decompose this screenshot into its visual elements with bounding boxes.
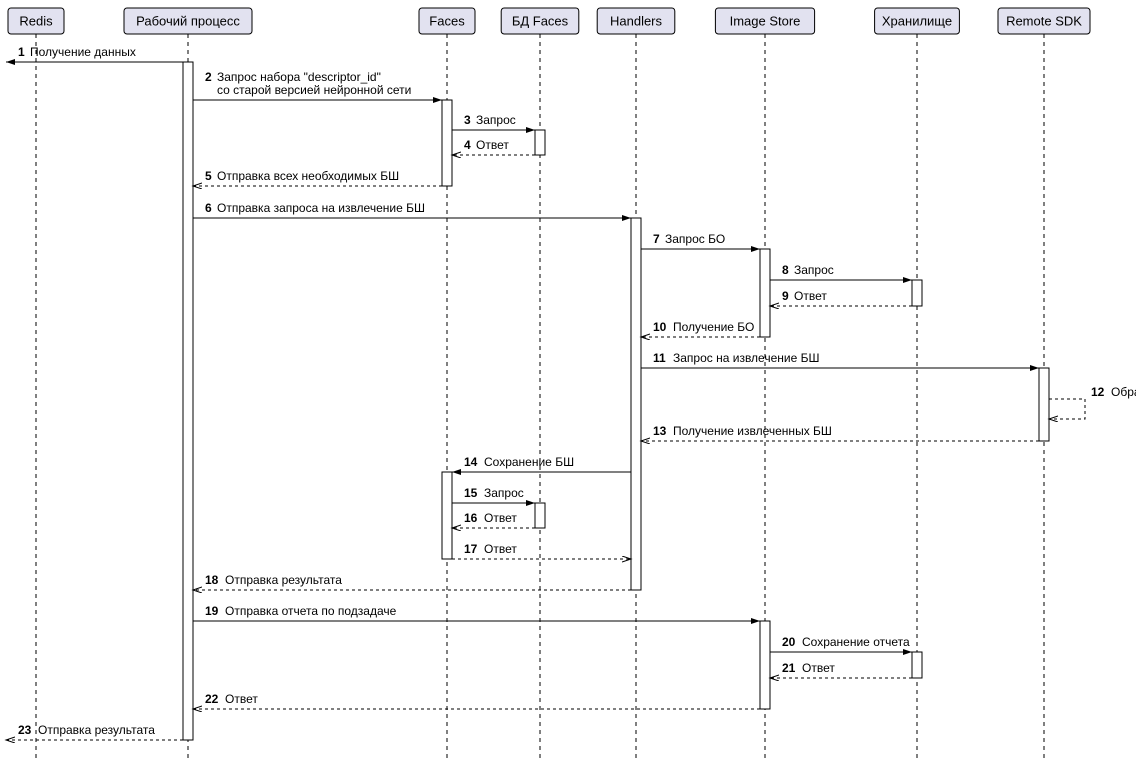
participant-label: Image Store [730, 13, 801, 28]
activation-facesdb [535, 130, 545, 155]
svg-text:Отправка результата: Отправка результата [225, 573, 342, 587]
participant-label: Хранилище [882, 13, 952, 28]
message-13: 13 Получение извлеченных БШ [641, 424, 1039, 441]
message-9: 9 Ответ [770, 289, 912, 306]
message-8: 8 Запрос [770, 263, 912, 280]
svg-text:8: 8 [782, 263, 789, 277]
svg-text:1: 1 [18, 45, 25, 59]
svg-text:Получение извлеченных БШ: Получение извлеченных БШ [673, 424, 832, 438]
participant-remotesdk: Remote SDK [998, 8, 1090, 34]
svg-text:Ответ: Ответ [794, 289, 827, 303]
message-17: 17 Ответ [452, 542, 631, 559]
svg-text:Ответ: Ответ [802, 661, 835, 675]
message-10: 10 Получение БО [641, 320, 760, 337]
participant-label: Faces [429, 13, 465, 28]
svg-text:Отправка результата: Отправка результата [38, 723, 155, 737]
svg-text:Сохранение отчета: Сохранение отчета [802, 635, 910, 649]
svg-text:12: 12 [1091, 385, 1105, 399]
message-2: 2 Запрос набора "descriptor_id"со старой … [193, 70, 442, 100]
activation-storage [912, 652, 922, 678]
message-3: 3 Запрос [452, 113, 535, 130]
svg-text:10: 10 [653, 320, 667, 334]
svg-text:Запрос БО: Запрос БО [665, 232, 725, 246]
message-4: 4 Ответ [452, 138, 535, 155]
message-1: 1 Получение данных [6, 45, 183, 62]
svg-text:Отправка всех необходимых БШ: Отправка всех необходимых БШ [217, 169, 399, 183]
participant-label: Redis [19, 13, 53, 28]
svg-text:7: 7 [653, 232, 660, 246]
svg-text:Ответ: Ответ [225, 692, 258, 706]
participant-label: Remote SDK [1006, 13, 1082, 28]
svg-text:Запрос: Запрос [484, 486, 524, 500]
message-21: 21 Ответ [770, 661, 912, 678]
message-11: 11 Запрос на извлечение БШ [641, 351, 1039, 368]
svg-text:19: 19 [205, 604, 219, 618]
svg-text:Ответ: Ответ [484, 511, 517, 525]
message-20: 20 Сохранение отчета [770, 635, 912, 652]
message-15: 15 Запрос [452, 486, 535, 503]
svg-text:20: 20 [782, 635, 796, 649]
message-23: 23 Отправка результата [6, 723, 183, 740]
svg-text:Запрос набора "descriptor_id": Запрос набора "descriptor_id" [217, 70, 381, 84]
participant-label: Рабочий процесс [136, 13, 240, 28]
message-5: 5 Отправка всех необходимых БШ [193, 169, 442, 186]
svg-text:Запрос: Запрос [476, 113, 516, 127]
svg-text:Сохранение БШ: Сохранение БШ [484, 455, 574, 469]
activation-faces [442, 472, 452, 559]
participant-faces: Faces [419, 8, 475, 34]
svg-text:Обработка: Обработка [1111, 385, 1136, 399]
message-12: 12 Обработка [1049, 385, 1136, 419]
participant-handlers: Handlers [597, 8, 675, 34]
participant-storage: Хранилище [875, 8, 960, 34]
svg-text:22: 22 [205, 692, 219, 706]
svg-text:Получение данных: Получение данных [30, 45, 136, 59]
svg-text:23: 23 [18, 723, 32, 737]
activation-worker [183, 62, 193, 740]
message-19: 19 Отправка отчета по подзадаче [193, 604, 760, 621]
svg-text:6: 6 [205, 201, 212, 215]
participant-facesdb: БД Faces [501, 8, 579, 34]
activation-storage [912, 280, 922, 306]
activation-faces [442, 100, 452, 186]
message-22: 22 Ответ [193, 692, 760, 709]
message-14: 14 Сохранение БШ [452, 455, 631, 472]
svg-text:2: 2 [205, 70, 212, 84]
svg-text:14: 14 [464, 455, 478, 469]
activation-facesdb [535, 503, 545, 528]
svg-text:9: 9 [782, 289, 789, 303]
participant-label: БД Faces [512, 13, 569, 28]
svg-text:16: 16 [464, 511, 478, 525]
svg-text:18: 18 [205, 573, 219, 587]
svg-text:17: 17 [464, 542, 478, 556]
participant-redis: Redis [8, 8, 64, 34]
message-6: 6 Отправка запроса на извлечение БШ [193, 201, 631, 218]
svg-text:3: 3 [464, 113, 471, 127]
activation-imagestore [760, 249, 770, 337]
message-16: 16 Ответ [452, 511, 535, 528]
svg-text:со старой версией нейронной се: со старой версией нейронной сети [217, 83, 411, 97]
participant-label: Handlers [610, 13, 663, 28]
svg-text:21: 21 [782, 661, 796, 675]
message-18: 18 Отправка результата [193, 573, 631, 590]
svg-text:13: 13 [653, 424, 667, 438]
activation-remotesdk [1039, 368, 1049, 441]
svg-text:Получение БО: Получение БО [673, 320, 754, 334]
svg-text:Запрос на извлечение БШ: Запрос на извлечение БШ [673, 351, 819, 365]
svg-text:Отправка запроса на извлечение: Отправка запроса на извлечение БШ [217, 201, 425, 215]
svg-text:11: 11 [653, 351, 666, 365]
participant-imagestore: Image Store [715, 8, 814, 34]
activation-handlers [631, 218, 641, 590]
sequence-diagram: Redis Рабочий процесс Faces БД Faces Handler… [0, 0, 1136, 772]
participant-worker: Рабочий процесс [124, 8, 252, 34]
activation-imagestore [760, 621, 770, 709]
svg-text:Отправка отчета по подзадаче: Отправка отчета по подзадаче [225, 604, 397, 618]
message-7: 7 Запрос БО [641, 232, 760, 249]
svg-text:4: 4 [464, 138, 471, 152]
svg-text:15: 15 [464, 486, 478, 500]
svg-text:Ответ: Ответ [476, 138, 509, 152]
svg-text:Ответ: Ответ [484, 542, 517, 556]
svg-text:Запрос: Запрос [794, 263, 834, 277]
svg-text:5: 5 [205, 169, 212, 183]
